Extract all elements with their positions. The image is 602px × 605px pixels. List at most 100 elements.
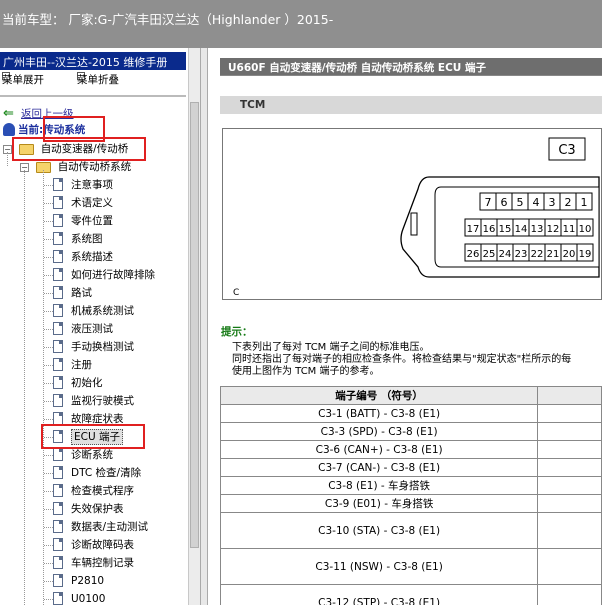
pin-number: 25 — [483, 249, 496, 260]
tree-item-label: 零件位置 — [71, 215, 113, 227]
tree-item-label: 路试 — [71, 287, 92, 299]
tree-item[interactable]: DTC 检查/清除 — [53, 465, 141, 481]
tree-item-label: 车辆控制记录 — [71, 557, 134, 569]
tree-item[interactable]: 路试 — [53, 285, 92, 301]
tree-line — [44, 563, 53, 564]
tree-line — [44, 347, 53, 348]
tree-item-label: 监视行驶模式 — [71, 395, 134, 407]
tree-item[interactable]: P2810 — [53, 573, 104, 589]
tree-line — [44, 509, 53, 510]
tree-item[interactable]: 手动换档测试 — [53, 339, 134, 355]
pane-splitter[interactable] — [200, 48, 208, 605]
tree-item[interactable]: 车辆控制记录 — [53, 555, 134, 571]
tree-item[interactable]: 监视行驶模式 — [53, 393, 134, 409]
empty-cell — [537, 584, 602, 605]
tree-line — [44, 473, 53, 474]
tree-folder-autotrans-system[interactable]: − 自动传动桥系统 — [20, 159, 131, 175]
tree-item-label: 诊断故障码表 — [71, 539, 134, 551]
pin-number: 4 — [533, 196, 540, 209]
pin-number: 2 — [565, 196, 572, 209]
pin-number: 22 — [531, 249, 544, 260]
tree-item[interactable]: 如何进行故障排除 — [53, 267, 155, 283]
tree-item[interactable]: 诊断系统 — [53, 447, 113, 463]
page-icon — [53, 448, 63, 461]
table-row: C3-9 (E01) - 车身搭铁 — [219, 494, 602, 513]
terminal-cell: C3-11 (NSW) - C3-8 (E1) — [219, 548, 539, 585]
tree-item[interactable]: 系统描述 — [53, 249, 113, 265]
tree-line — [44, 329, 53, 330]
content-header: U660F 自动变速器/传动桥 自动传动桥系统 ECU 端子 — [220, 58, 602, 76]
page-icon — [53, 574, 63, 587]
tree-item-label: 诊断系统 — [71, 449, 113, 461]
page-icon — [53, 322, 63, 335]
tree-item-label: 机械系统测试 — [71, 305, 134, 317]
tree-item-label: 术语定义 — [71, 197, 113, 209]
tree-item-label: P2810 — [71, 575, 105, 587]
table-row: C3-6 (CAN+) - C3-8 (E1) — [219, 440, 602, 459]
tree-line — [44, 581, 53, 582]
terminal-cell: C3-1 (BATT) - C3-8 (E1) — [219, 404, 539, 423]
pin-number: 11 — [563, 224, 576, 235]
pin-number: 20 — [563, 249, 576, 260]
tree-item[interactable]: 检查模式程序 — [53, 483, 134, 499]
tree-item[interactable]: 术语定义 — [53, 195, 113, 211]
tree-item[interactable]: 注意事项 — [53, 177, 113, 193]
tree-line — [44, 365, 53, 366]
tree-line — [44, 527, 53, 528]
highlight-box — [41, 424, 145, 449]
page-icon — [53, 178, 63, 191]
table-row: C3-8 (E1) - 车身搭铁 — [219, 476, 602, 495]
tree-item[interactable]: U0100 — [53, 591, 105, 605]
tree-item[interactable]: 零件位置 — [53, 213, 113, 229]
tree-item-label: 注册 — [71, 359, 92, 371]
empty-cell — [537, 512, 602, 549]
page-icon — [53, 268, 63, 281]
tree-item[interactable]: 系统图 — [53, 231, 103, 247]
tree-line — [44, 293, 53, 294]
page-icon — [53, 502, 63, 515]
page-icon — [53, 592, 63, 605]
empty-cell — [537, 494, 602, 513]
pin-number: 5 — [517, 196, 524, 209]
pin-number: 1 — [581, 196, 588, 209]
window-title: 当前车型： 厂家:G-广汽丰田汉兰达（Highlander ）2015- — [2, 12, 334, 27]
tree-item[interactable]: 失效保护表 — [53, 501, 124, 517]
tree-item[interactable]: 初始化 — [53, 375, 103, 391]
tree-item[interactable]: 诊断故障码表 — [53, 537, 134, 553]
page-icon — [53, 376, 63, 389]
pin-grid: 7 6 5 4 3 2 117 16 15 14 13 12 11 1026 25 24 23 22 21 20 19 — [464, 192, 594, 262]
page-icon — [53, 196, 63, 209]
tip-heading: 提示： — [221, 326, 253, 338]
page-icon — [53, 520, 63, 533]
empty-cell — [537, 404, 602, 423]
pin-number: 14 — [515, 224, 528, 235]
terminal-table: 端子编号 （符号） C3-1 (BATT) - C3-8 (E1) C3-3 (S… — [219, 386, 602, 605]
tree-line — [44, 419, 53, 420]
tip-line: 使用上图作为 TCM 端子的参考。 — [232, 366, 380, 377]
tree-item[interactable]: 液压测试 — [53, 321, 113, 337]
empty-cell — [537, 440, 602, 459]
page-icon — [53, 304, 63, 317]
page-icon — [53, 394, 63, 407]
empty-cell — [537, 458, 602, 477]
page-icon — [53, 286, 63, 299]
tree-item[interactable]: 注册 — [53, 357, 92, 373]
highlight-box — [12, 137, 146, 161]
sidebar-scroll-thumb[interactable] — [190, 102, 199, 548]
pin-number: 6 — [501, 196, 508, 209]
terminal-cell: C3-10 (STA) - C3-8 (E1) — [219, 512, 539, 549]
table-row: C3-7 (CAN-) - C3-8 (E1) — [219, 458, 602, 477]
terminal-cell: C3-9 (E01) - 车身搭铁 — [219, 494, 539, 513]
empty-cell — [537, 422, 602, 441]
pin-number: 16 — [483, 224, 496, 235]
tree-item-label: 手动换档测试 — [71, 341, 134, 353]
window-title-bar: 当前车型： 厂家:G-广汽丰田汉兰达（Highlander ）2015- — [0, 0, 602, 48]
page-icon — [53, 340, 63, 353]
tree-item[interactable]: 数据表/主动测试 — [53, 519, 148, 535]
tree-line — [44, 257, 53, 258]
person-icon — [3, 123, 15, 136]
connector-drawing: C3 7 6 5 4 3 2 117 16 15 14 13 12 11 1026 25 24 23 22 21 20… — [233, 137, 600, 298]
tree-item-label: 初始化 — [71, 377, 103, 389]
terminal-cell: C3-7 (CAN-) - C3-8 (E1) — [219, 458, 539, 477]
tree-item[interactable]: 机械系统测试 — [53, 303, 134, 319]
